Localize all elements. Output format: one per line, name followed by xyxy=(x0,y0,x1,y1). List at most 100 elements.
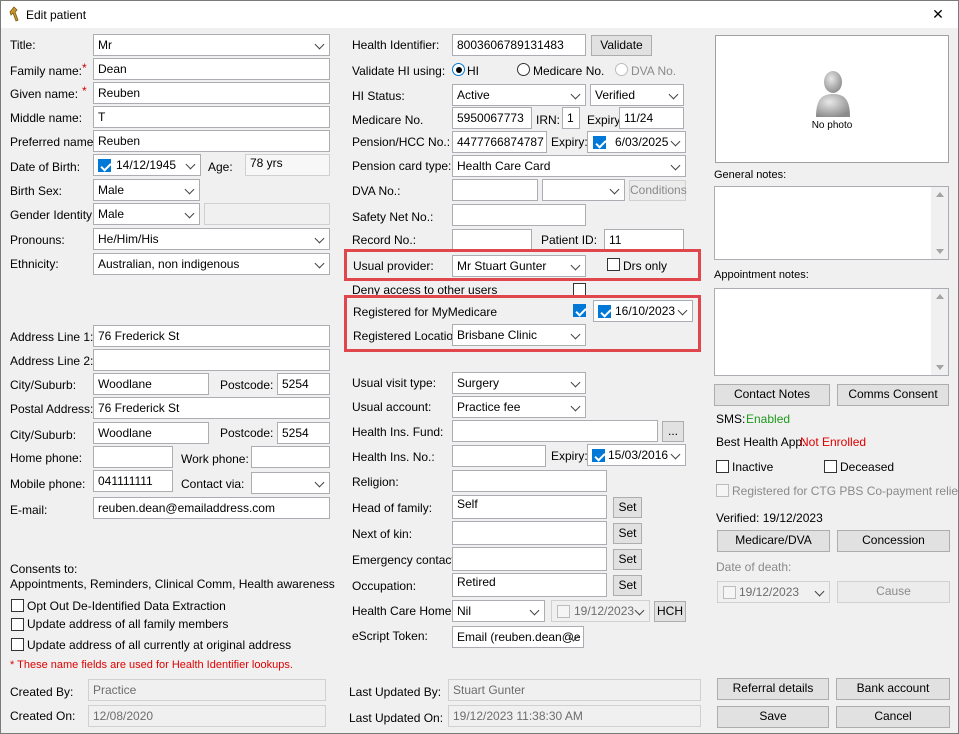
dob-checkbox[interactable] xyxy=(98,159,111,172)
opt-out-checkbox[interactable] xyxy=(11,599,24,612)
mymedicare-checkbox[interactable] xyxy=(573,304,586,317)
medicare-no-field[interactable]: 5950067773 xyxy=(452,107,532,129)
scroll-down-icon[interactable] xyxy=(936,365,944,370)
deceased-checkbox[interactable] xyxy=(824,460,837,473)
health-care-home-date-picker[interactable]: 19/12/2023 xyxy=(551,600,650,622)
age-field: 78 yrs xyxy=(245,154,330,176)
drs-only-checkbox[interactable] xyxy=(607,258,620,271)
dva-card-select[interactable] xyxy=(542,179,625,201)
close-icon[interactable]: ✕ xyxy=(918,1,958,28)
pronouns-select[interactable]: He/Him/His xyxy=(93,228,330,250)
registered-location-select[interactable]: Brisbane Clinic xyxy=(452,324,586,346)
pension-card-type-select[interactable]: Health Care Card xyxy=(452,155,686,177)
emergency-contact-set-button[interactable]: Set xyxy=(613,549,642,570)
health-ins-fund-field[interactable] xyxy=(452,420,658,442)
postal-address-field[interactable]: 76 Frederick St xyxy=(93,397,330,419)
conditions-button[interactable]: Conditions xyxy=(629,180,687,201)
home-phone-field[interactable] xyxy=(93,446,173,468)
city-suburb-field[interactable]: Woodlane xyxy=(93,373,209,395)
address-line1-field[interactable]: 76 Frederick St xyxy=(93,325,330,347)
medicare-expiry-field[interactable]: 11/24 xyxy=(619,107,684,129)
mymedicare-date-picker[interactable]: 16/10/2023 xyxy=(593,300,693,322)
comms-consent-button[interactable]: Comms Consent xyxy=(837,384,949,406)
postal-city-field[interactable]: Woodlane xyxy=(93,422,209,444)
hi-radio[interactable] xyxy=(452,63,465,76)
religion-field[interactable] xyxy=(452,470,607,492)
usual-account-select[interactable]: Practice fee xyxy=(452,396,586,418)
patient-photo[interactable]: No photo xyxy=(715,35,949,163)
next-of-kin-set-button[interactable]: Set xyxy=(613,523,642,544)
emergency-contact-field[interactable] xyxy=(452,547,607,571)
health-care-home-date-checkbox[interactable] xyxy=(557,605,570,618)
update-family-checkbox[interactable] xyxy=(11,618,24,631)
health-ins-expiry-value: 15/03/2016 xyxy=(608,448,669,462)
contact-notes-button[interactable]: Contact Notes xyxy=(714,384,830,406)
mymedicare-date-checkbox[interactable] xyxy=(598,305,611,318)
inactive-checkbox[interactable] xyxy=(716,460,729,473)
escript-token-value: Email (reuben.dean@e xyxy=(457,630,581,644)
middle-name-field[interactable]: T xyxy=(93,106,330,128)
cancel-button[interactable]: Cancel xyxy=(836,706,950,728)
email-field[interactable]: reuben.dean@emailaddress.com xyxy=(93,497,330,519)
save-button[interactable]: Save xyxy=(717,706,829,728)
health-ins-expiry-picker[interactable]: 15/03/2016 xyxy=(587,444,686,466)
pension-expiry-picker[interactable]: 6/03/2025 xyxy=(587,131,686,153)
hi-verified-select[interactable]: Verified xyxy=(590,84,684,106)
occupation-field[interactable]: Retired xyxy=(452,573,607,597)
health-identifier-field[interactable]: 8003606789131483 xyxy=(452,34,586,56)
safety-net-field[interactable] xyxy=(452,204,586,226)
health-care-home-select[interactable]: Nil xyxy=(452,600,545,622)
title-select[interactable]: Mr xyxy=(93,34,330,56)
head-of-family-set-button[interactable]: Set xyxy=(613,497,642,518)
hch-button[interactable]: HCH xyxy=(654,601,686,622)
health-ins-expiry-checkbox[interactable] xyxy=(592,449,605,462)
validate-button[interactable]: Validate xyxy=(591,35,652,56)
mobile-phone-field[interactable]: 041111111 xyxy=(93,470,173,492)
appointment-notes-label: Appointment notes: xyxy=(714,269,809,281)
given-name-field[interactable]: Reuben xyxy=(93,82,330,104)
pension-no-field[interactable]: 4477766874787 xyxy=(452,131,547,153)
pension-expiry-checkbox[interactable] xyxy=(593,136,606,149)
scrollbar[interactable] xyxy=(931,187,948,259)
scrollbar[interactable] xyxy=(931,289,948,375)
work-phone-field[interactable] xyxy=(251,446,330,468)
gender-identity-select[interactable]: Male xyxy=(93,203,200,225)
postal-postcode-field[interactable]: 5254 xyxy=(277,422,330,444)
next-of-kin-field[interactable] xyxy=(452,521,607,545)
chevron-down-icon xyxy=(570,258,582,274)
ethnicity-select[interactable]: Australian, non indigenous xyxy=(93,253,330,275)
contact-via-select[interactable] xyxy=(251,472,330,494)
chevron-down-icon xyxy=(314,256,326,272)
gender-identity-other-field[interactable] xyxy=(204,203,330,225)
scroll-up-icon[interactable] xyxy=(936,192,944,197)
record-no-field[interactable] xyxy=(452,229,532,251)
dob-picker[interactable]: 14/12/1945 xyxy=(93,154,201,176)
hi-status-select[interactable]: Active xyxy=(452,84,586,106)
preferred-name-field[interactable]: Reuben xyxy=(93,130,330,152)
health-ins-no-field[interactable] xyxy=(452,445,546,467)
hi-status-value: Active xyxy=(457,88,490,102)
birth-sex-select[interactable]: Male xyxy=(93,179,200,201)
medicare-dva-button[interactable]: Medicare/DVA xyxy=(717,530,830,552)
usual-provider-select[interactable]: Mr Stuart Gunter xyxy=(452,255,586,277)
head-of-family-field[interactable]: Self xyxy=(452,495,607,519)
health-ins-fund-browse-button[interactable]: ... xyxy=(662,421,684,442)
usual-visit-type-select[interactable]: Surgery xyxy=(452,372,586,394)
general-notes-field[interactable] xyxy=(714,186,949,260)
postcode-field[interactable]: 5254 xyxy=(277,373,330,395)
medicare-radio[interactable] xyxy=(517,63,530,76)
appointment-notes-field[interactable] xyxy=(714,288,949,376)
family-name-field[interactable]: Dean xyxy=(93,58,330,80)
referral-details-button[interactable]: Referral details xyxy=(717,678,829,700)
occupation-set-button[interactable]: Set xyxy=(613,575,642,596)
bank-account-button[interactable]: Bank account xyxy=(836,678,950,700)
scroll-down-icon[interactable] xyxy=(936,249,944,254)
dva-no-field[interactable] xyxy=(452,179,538,201)
escript-token-select[interactable]: Email (reuben.dean@e xyxy=(452,626,584,648)
irn-field[interactable]: 1 xyxy=(562,107,580,129)
address-line2-field[interactable] xyxy=(93,349,330,371)
concession-button[interactable]: Concession xyxy=(837,530,950,552)
edit-patient-window: Edit patient ✕ Title: Mr Family name: * … xyxy=(0,0,959,734)
update-current-checkbox[interactable] xyxy=(11,638,24,651)
scroll-up-icon[interactable] xyxy=(936,294,944,299)
